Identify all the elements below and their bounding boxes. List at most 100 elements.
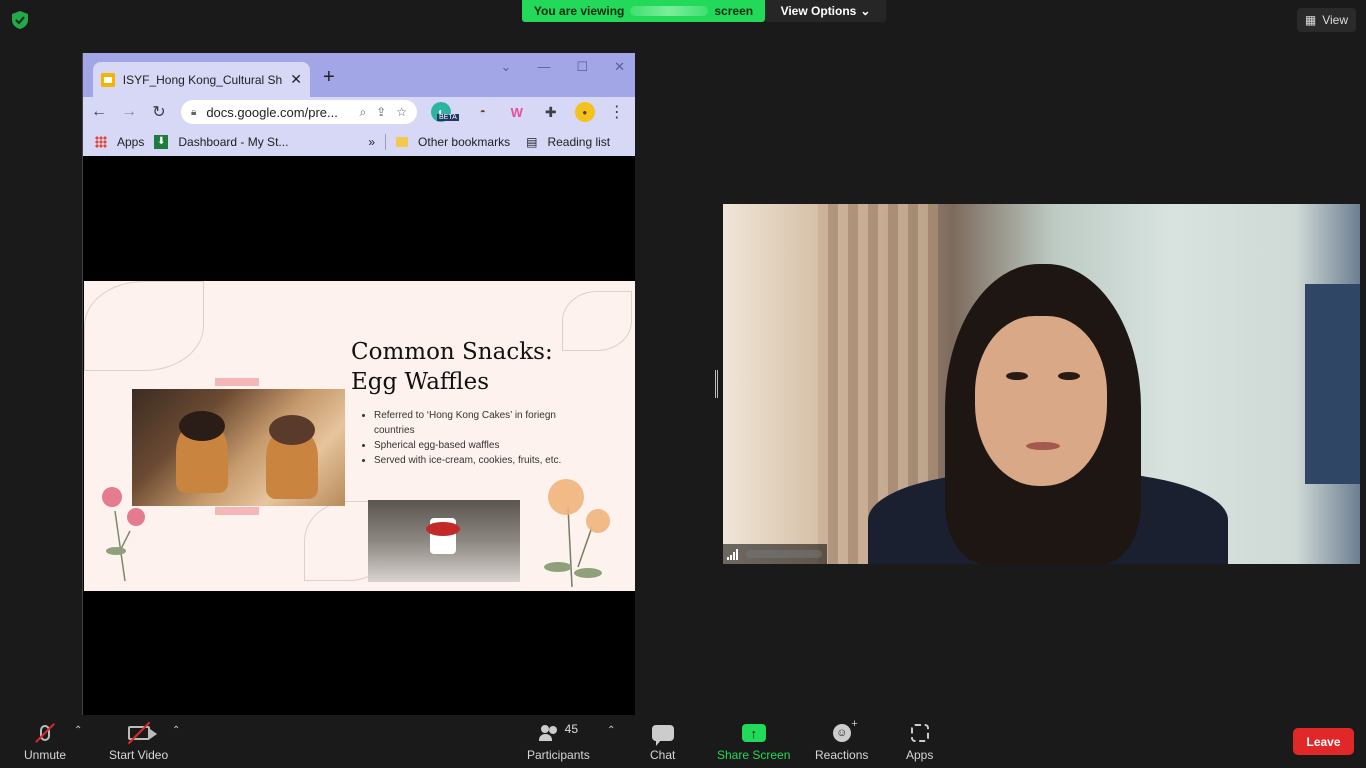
unmute-label: Unmute — [24, 748, 67, 762]
forward-arrow-icon[interactable]: → — [121, 103, 137, 121]
close-icon[interactable]: ✕ — [290, 71, 302, 88]
panel-resize-handle[interactable] — [715, 370, 718, 398]
grid-view-icon: ▦ — [1304, 13, 1317, 27]
slide-title-line2: Egg Waffles — [351, 369, 490, 395]
reactions-label: Reactions — [815, 748, 869, 762]
egg-waffle-photo — [132, 389, 345, 506]
apps-grid-icon — [95, 135, 107, 148]
participants-label: Participants — [527, 748, 590, 762]
back-arrow-icon[interactable]: ← — [91, 103, 107, 121]
participant-face — [975, 316, 1107, 486]
participant-eye — [1058, 372, 1080, 380]
leave-button[interactable]: Leave — [1293, 728, 1354, 755]
window-close-icon[interactable]: ✕ — [614, 59, 625, 75]
bookmarks-overflow-icon[interactable]: » — [368, 135, 375, 149]
bookmark-dashboard[interactable]: Dashboard - My St... — [178, 135, 298, 149]
tab-search-icon[interactable]: ⌄ — [501, 59, 512, 75]
kebab-menu-icon[interactable]: ⋮ — [609, 102, 625, 122]
background-shelf — [1305, 284, 1360, 484]
slides-favicon-icon — [101, 72, 115, 87]
bookmark-reading-list[interactable]: Reading list — [547, 135, 610, 149]
lock-icon: 🔒︎ — [191, 106, 197, 118]
viewing-screen-banner: You are viewing screen — [522, 0, 765, 22]
profile-avatar[interactable]: ● — [574, 102, 595, 122]
address-url: docs.google.com/pre... — [206, 104, 338, 120]
share-icon[interactable]: ⇪ — [376, 105, 386, 119]
redacted-participant-name — [746, 550, 822, 558]
participants-icon — [538, 725, 561, 741]
beta-badge: BETA — [437, 113, 459, 121]
browser-titlebar: ISYF_Hong Kong_Cultural Shar ✕ + ⌄ — ☐ ✕ — [83, 53, 635, 97]
decorative-tape — [215, 378, 259, 386]
slide-title-line1: Common Snacks: — [351, 339, 553, 365]
tab-title: ISYF_Hong Kong_Cultural Shar — [122, 72, 283, 87]
participants-icon-group: 45 — [538, 721, 579, 745]
window-controls: ⌄ — ☐ ✕ — [501, 59, 625, 75]
apps-button[interactable]: Apps — [906, 721, 933, 762]
video-options-chevron-icon[interactable]: ⌃ — [172, 725, 180, 736]
shared-screen: ISYF_Hong Kong_Cultural Shar ✕ + ⌄ — ☐ ✕… — [82, 53, 635, 715]
bookmarks-bar: Apps ⬇ Dashboard - My St... » Other book… — [83, 127, 635, 156]
bookmark-other[interactable]: Other bookmarks — [418, 135, 510, 149]
decorative-leaf — [562, 291, 632, 351]
folder-icon — [396, 136, 409, 147]
share-screen-label: Share Screen — [717, 748, 791, 762]
new-tab-plus-icon[interactable]: + — [323, 66, 335, 89]
browser-toolbar: ← → ↻ 🔒︎ docs.google.com/pre... ⌕ ⇪ ☆ ◐ … — [83, 97, 635, 127]
muted-microphone-icon — [35, 721, 55, 745]
chat-label: Chat — [650, 748, 676, 762]
presentation-slide: Common Snacks: Egg Waffles Referred to ‘… — [84, 281, 635, 591]
start-video-button[interactable]: Start Video — [109, 721, 168, 762]
bookmark-apps[interactable]: Apps — [117, 135, 144, 149]
reactions-button[interactable]: ☺ + Reactions — [815, 718, 869, 762]
decorative-tape — [215, 507, 259, 515]
participant-name-tag — [723, 544, 827, 564]
strawberry-topping — [426, 522, 460, 536]
participants-button[interactable]: 45 Participants — [527, 721, 590, 762]
share-screen-icon: ↑ — [741, 721, 766, 745]
zoom-icon[interactable]: ⌕ — [359, 105, 366, 120]
viewing-prefix: You are viewing — [533, 4, 625, 18]
extension-bowl-icon[interactable]: ◓ — [472, 102, 493, 122]
browser-tab[interactable]: ISYF_Hong Kong_Cultural Shar ✕ — [93, 62, 310, 97]
extensions-puzzle-icon[interactable]: ✚ — [540, 102, 561, 122]
share-screen-button[interactable]: ↑ Share Screen — [717, 721, 790, 762]
reading-list-icon: ▤ — [526, 134, 538, 149]
unmute-button[interactable]: Unmute — [24, 721, 66, 762]
audio-options-chevron-icon[interactable]: ⌃ — [74, 725, 82, 736]
reload-icon[interactable]: ↻ — [151, 102, 167, 122]
slide-bullet: Referred to ‘Hong Kong Cakes’ in foriegn… — [374, 408, 574, 438]
minimize-icon[interactable]: — — [537, 59, 550, 75]
bookmark-star-icon[interactable]: ☆ — [396, 105, 407, 119]
slide-bullet-list: Referred to ‘Hong Kong Cakes’ in foriegn… — [374, 408, 574, 468]
participant-mouth — [1026, 442, 1060, 450]
pink-flower-illustration — [102, 487, 145, 582]
start-video-label: Start Video — [109, 748, 169, 762]
participants-count: 45 — [564, 722, 579, 736]
video-off-icon — [127, 721, 157, 745]
waffle-topping — [269, 415, 315, 445]
chat-button[interactable]: Chat — [650, 721, 675, 762]
chevron-down-icon: ⌄ — [860, 4, 871, 18]
participant-video[interactable] — [723, 204, 1360, 564]
maximize-icon[interactable]: ☐ — [576, 59, 588, 75]
view-button[interactable]: ▦ View — [1296, 8, 1356, 32]
decorative-leaf — [84, 281, 204, 371]
viewing-suffix: screen — [714, 4, 754, 18]
extension-w-icon[interactable]: W — [506, 102, 527, 122]
view-options-label: View Options — [780, 4, 857, 18]
view-options-button[interactable]: View Options ⌄ — [765, 0, 886, 22]
connection-signal-icon — [727, 548, 738, 560]
participants-options-chevron-icon[interactable]: ⌃ — [607, 725, 615, 736]
waffle-topping — [179, 411, 225, 441]
address-bar[interactable]: 🔒︎ docs.google.com/pre... ⌕ ⇪ ☆ — [181, 100, 417, 124]
peach-flower-illustration — [544, 479, 610, 588]
reaction-smiley-icon: ☺ + — [832, 718, 858, 745]
chat-bubble-icon — [651, 721, 674, 746]
meeting-control-bar: Unmute ⌃ Start Video ⌃ 45 Participants ⌃… — [0, 715, 1366, 768]
slide-bullet: Spherical egg-based waffles — [374, 438, 574, 453]
security-shield-icon[interactable] — [10, 10, 30, 30]
dashboard-favicon-icon: ⬇ — [154, 134, 169, 149]
apps-icon — [910, 721, 929, 745]
slide-bullet: Served with ice-cream, cookies, fruits, … — [374, 453, 574, 468]
